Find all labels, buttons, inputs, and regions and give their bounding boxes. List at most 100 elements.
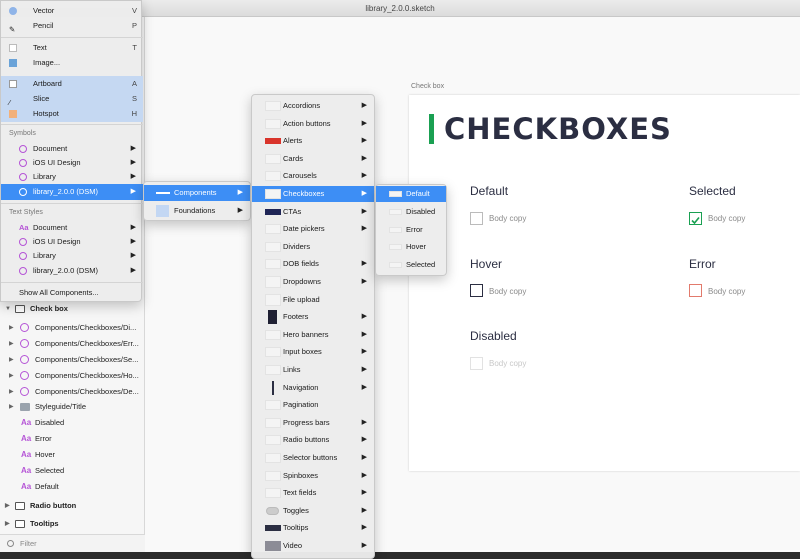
hero-banners-thumbnail-icon (265, 330, 281, 340)
checkbox-hover[interactable] (470, 284, 483, 297)
text-style-icon: Aa (21, 418, 32, 427)
menu-item-checkbox-error[interactable]: Error (376, 222, 446, 238)
menu-item-checkboxes[interactable]: Checkboxes ▶ (252, 186, 374, 202)
menu-item-show-all-components[interactable]: Show All Components... (1, 285, 143, 301)
checkboxes-submenu[interactable]: Default Disabled Error Hover Selected (375, 184, 447, 276)
default-thumbnail-icon (389, 191, 402, 197)
menu-item-textstyles-library[interactable]: Library ▶ (1, 248, 143, 264)
menu-item-toggles[interactable]: Toggles ▶ (252, 503, 374, 519)
menu-item-artboard[interactable]: Artboard A (1, 76, 143, 92)
title-accent-bar (429, 114, 434, 144)
components-submenu[interactable]: Accordions ▶ Action buttons ▶ Alerts ▶ Card… (251, 94, 375, 559)
layer-item[interactable]: ▶ Components/Checkboxes/De... (0, 384, 145, 400)
layer-item[interactable]: Aa Selected (0, 463, 145, 479)
menu-item-label: Cards (283, 154, 304, 163)
disclosure-icon[interactable]: ▶ (9, 384, 14, 400)
layer-item[interactable]: Aa Hover (0, 447, 145, 463)
layer-group-radio-button[interactable]: ▶ Radio button (0, 498, 145, 514)
menu-item-text[interactable]: Text T (1, 40, 143, 56)
menu-item-file-upload[interactable]: File upload (252, 292, 374, 308)
menu-item-checkbox-selected[interactable]: Selected (376, 257, 446, 273)
checkbox-selected[interactable] (689, 212, 702, 225)
menu-item-label: DOB fields (283, 259, 319, 268)
artboard-label[interactable]: Check box (411, 83, 444, 90)
menu-item-symbols-library-dsm[interactable]: library_2.0.0 (DSM) ▶ (1, 184, 143, 200)
menu-item-date-pickers[interactable]: Date pickers ▶ (252, 221, 374, 237)
menu-item-footers[interactable]: Footers ▶ (252, 309, 374, 325)
layer-item[interactable]: ▶ Components/Checkboxes/Di... (0, 320, 145, 336)
menu-item-components[interactable]: Components ▶ (144, 185, 250, 201)
menu-item-cards[interactable]: Cards ▶ (252, 151, 374, 167)
disclosure-icon[interactable]: ▶ (9, 336, 14, 352)
submenu-arrow-icon: ▶ (361, 507, 367, 514)
layer-group-tooltips[interactable]: ▶ Tooltips (0, 516, 145, 532)
menu-item-label: Progress bars (283, 418, 330, 427)
menu-item-checkbox-default[interactable]: Default (376, 186, 446, 202)
menu-item-hotspot[interactable]: Hotspot H (1, 106, 143, 122)
menu-item-dividers[interactable]: Dividers (252, 239, 374, 255)
menu-item-dob-fields[interactable]: DOB fields ▶ (252, 256, 374, 272)
menu-item-slice[interactable]: ⁄ Slice S (1, 91, 143, 107)
disclosure-icon[interactable]: ▶ (9, 399, 14, 415)
menu-item-hero-banners[interactable]: Hero banners ▶ (252, 327, 374, 343)
artboard[interactable] (409, 95, 800, 471)
menu-item-label: Artboard (33, 79, 62, 88)
submenu-arrow-icon: ▶ (130, 173, 136, 180)
disclosure-icon[interactable]: ▶ (5, 498, 10, 514)
disclosure-icon[interactable]: ▶ (5, 516, 10, 532)
foundations-icon (156, 205, 169, 217)
menu-item-image[interactable]: Image... (1, 55, 143, 71)
menu-item-selector-buttons[interactable]: Selector buttons ▶ (252, 450, 374, 466)
menu-item-foundations[interactable]: Foundations ▶ (144, 203, 250, 219)
library-submenu[interactable]: Components ▶ Foundations ▶ (143, 181, 251, 221)
dob-fields-thumbnail-icon (265, 259, 281, 269)
layer-group-check-box[interactable]: ▼ Check box (0, 301, 145, 317)
menu-item-label: Text (33, 43, 47, 52)
menu-item-navigation[interactable]: Navigation ▶ (252, 380, 374, 396)
menu-item-accordions[interactable]: Accordions ▶ (252, 98, 374, 114)
layer-item[interactable]: ▶ Components/Checkboxes/Err... (0, 336, 145, 352)
dividers-thumbnail-icon (265, 242, 281, 252)
menu-item-carousels[interactable]: Carousels ▶ (252, 168, 374, 184)
menu-item-dropdowns[interactable]: Dropdowns ▶ (252, 274, 374, 290)
insert-menu[interactable]: Vector V ✎ Pencil P Text T Image... Artboard… (0, 0, 143, 302)
disclosure-icon[interactable]: ▶ (9, 368, 14, 384)
layer-item[interactable]: Aa Disabled (0, 415, 145, 431)
layer-filter-input[interactable]: Filter (0, 534, 145, 552)
shortcut-key: V (131, 6, 137, 15)
menu-item-vector[interactable]: Vector V (1, 3, 143, 19)
checkbox-default[interactable] (470, 212, 483, 225)
menu-item-spinboxes[interactable]: Spinboxes ▶ (252, 468, 374, 484)
menu-item-textstyles-library-dsm[interactable]: library_2.0.0 (DSM) ▶ (1, 263, 143, 279)
layer-item[interactable]: Aa Error (0, 431, 145, 447)
menu-item-tooltips[interactable]: Tooltips ▶ (252, 520, 374, 536)
menu-item-pagination[interactable]: Pagination (252, 397, 374, 413)
menu-item-checkbox-disabled[interactable]: Disabled (376, 204, 446, 220)
layer-item[interactable]: ▶ Styleguide/Title (0, 399, 145, 415)
menu-item-alerts[interactable]: Alerts ▶ (252, 133, 374, 149)
menu-item-progress-bars[interactable]: Progress bars ▶ (252, 415, 374, 431)
disclosure-open-icon[interactable]: ▼ (5, 301, 11, 317)
menu-item-checkbox-hover[interactable]: Hover (376, 239, 446, 255)
layer-item[interactable]: ▶ Components/Checkboxes/Se... (0, 352, 145, 368)
layer-item[interactable]: Aa Default (0, 479, 145, 495)
layer-item[interactable]: ▶ Components/Checkboxes/Ho... (0, 368, 145, 384)
text-style-icon: Aa (21, 434, 32, 443)
file-upload-thumbnail-icon (265, 294, 281, 306)
menu-item-action-buttons[interactable]: Action buttons ▶ (252, 116, 374, 132)
disclosure-icon[interactable]: ▶ (9, 320, 14, 336)
check-icon (691, 216, 700, 225)
menu-item-label: Selected (406, 260, 436, 269)
disclosure-icon[interactable]: ▶ (9, 352, 14, 368)
menu-item-text-fields[interactable]: Text fields ▶ (252, 485, 374, 501)
menu-item-symbols-library[interactable]: Library ▶ (1, 169, 143, 185)
menu-item-links[interactable]: Links ▶ (252, 362, 374, 378)
menu-item-pencil[interactable]: ✎ Pencil P (1, 18, 143, 34)
menu-item-video[interactable]: Video ▶ (252, 538, 374, 554)
menu-item-radio-buttons[interactable]: Radio buttons ▶ (252, 432, 374, 448)
menu-item-ctas[interactable]: CTAs ▶ (252, 204, 374, 220)
menu-item-input-boxes[interactable]: Input boxes ▶ (252, 344, 374, 360)
menu-item-label: Carousels (283, 171, 317, 180)
checkbox-error[interactable] (689, 284, 702, 297)
menu-separator (1, 203, 143, 204)
